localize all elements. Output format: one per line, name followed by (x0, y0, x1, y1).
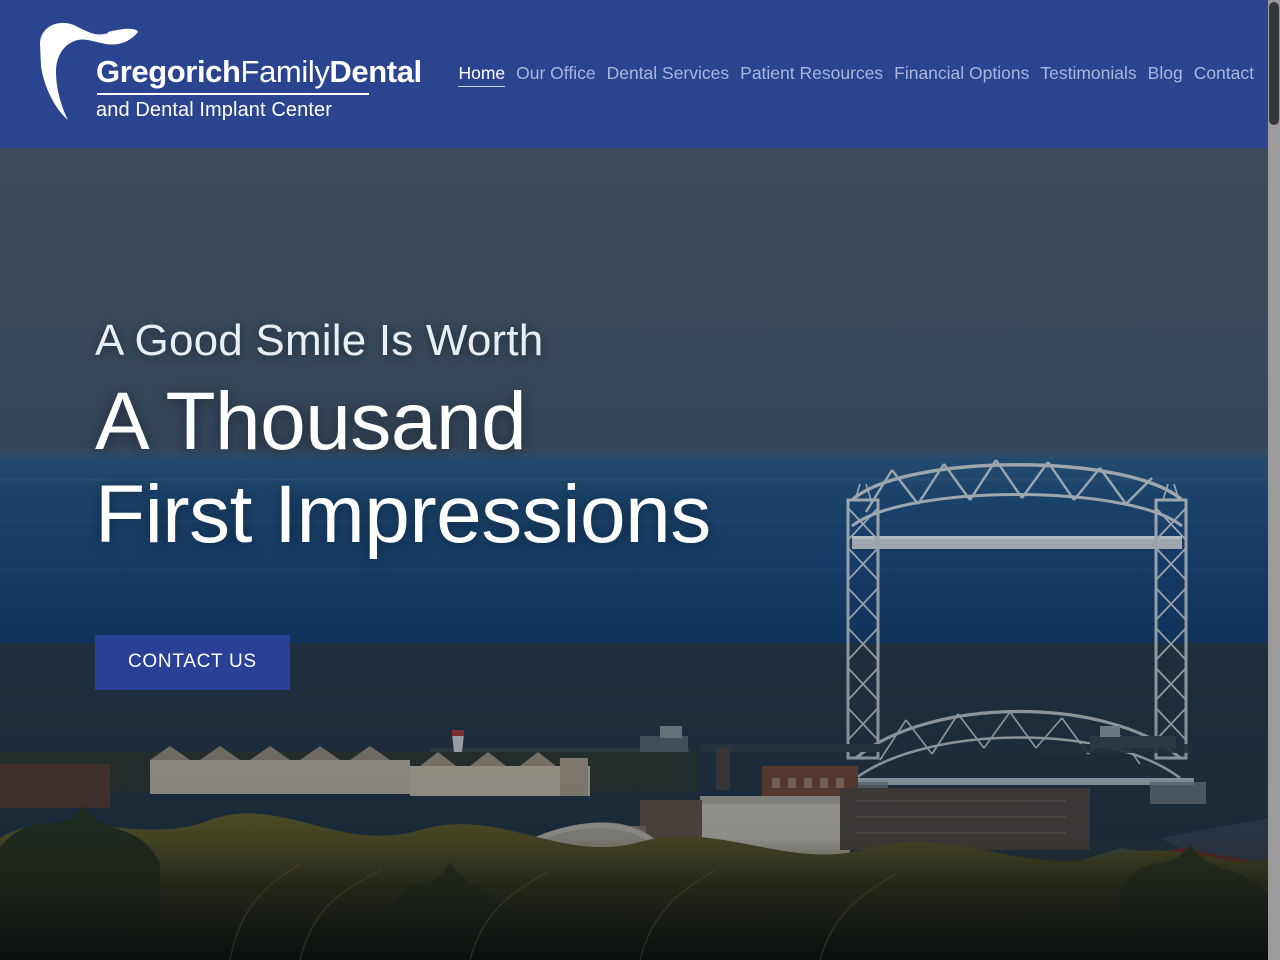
nav-item-our-office[interactable]: Our Office (516, 62, 595, 86)
hero-title-line-1: A Thousand (95, 376, 527, 467)
nav-item-home[interactable]: Home (458, 62, 506, 87)
hero-kicker: A Good Smile Is Worth (95, 316, 544, 365)
contact-us-button[interactable]: CONTACT US (95, 635, 290, 690)
site-header: GregorichFamilyDental and Dental Implant… (0, 0, 1268, 148)
main-navigation: Home Our Office Dental Services Patient … (458, 62, 1254, 87)
nav-item-financial-options[interactable]: Financial Options (894, 62, 1029, 86)
nav-item-patient-resources[interactable]: Patient Resources (740, 62, 883, 86)
site-logo[interactable]: GregorichFamilyDental and Dental Implant… (34, 16, 422, 128)
logo-divider (97, 93, 369, 95)
logo-tagline: and Dental Implant Center (96, 99, 332, 121)
hero-title-line-2: First Impressions (95, 469, 711, 560)
logo-brand-family: Family (240, 54, 330, 89)
nav-item-blog[interactable]: Blog (1148, 62, 1183, 86)
logo-brand-gregorich: Gregorich (96, 54, 241, 89)
nav-item-contact[interactable]: Contact (1194, 62, 1254, 86)
scrollbar-thumb[interactable] (1269, 2, 1279, 125)
logo-brand-dental: Dental (329, 54, 422, 89)
page-scrollbar[interactable] (1268, 0, 1280, 960)
logo-wordmark: GregorichFamilyDental and Dental Implant… (96, 54, 422, 123)
hero-title: A Thousand First Impressions (95, 375, 895, 561)
nav-item-testimonials[interactable]: Testimonials (1040, 62, 1136, 86)
nav-item-dental-services[interactable]: Dental Services (607, 62, 730, 86)
hero-section: A Good Smile Is Worth A Thousand First I… (0, 148, 1268, 960)
hero-content: A Good Smile Is Worth A Thousand First I… (95, 313, 895, 690)
logo-brand-line: GregorichFamilyDental (96, 54, 422, 90)
page-root: A Good Smile Is Worth A Thousand First I… (0, 0, 1280, 960)
